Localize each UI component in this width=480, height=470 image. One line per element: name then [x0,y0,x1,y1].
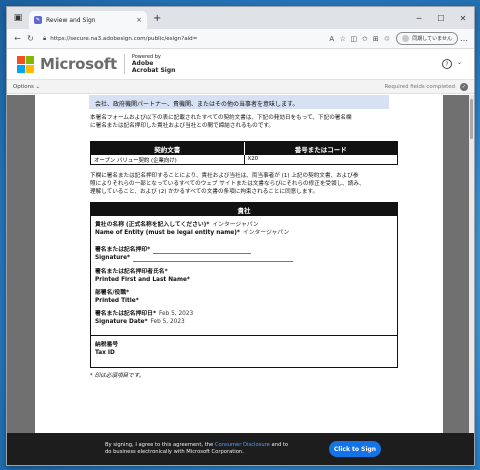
required-footnote: * 印は必須項目です。 [90,373,145,379]
consumer-disclosure-link[interactable]: Consumer Disclosure [215,442,270,448]
logo-square-red [17,55,25,64]
tax-id-divider [91,335,397,336]
collections-icon[interactable]: ⊞ [370,35,381,43]
sync-status-label: 同期していません [412,36,452,42]
new-tab-icon[interactable]: + [153,13,161,24]
help-icon[interactable]: ? [442,59,452,69]
printed-title-field: 部署名/役職* Printed Title* [95,289,139,305]
consent-bar: By signing, I agree to this agreement, t… [7,433,474,465]
signature-input[interactable] [133,261,294,262]
required-fields-status: Required fields completed [384,83,455,90]
adobe-label: Adobe [131,60,154,67]
extensions-icon[interactable]: ♲ [381,35,392,43]
more-menu-icon[interactable]: … [458,34,470,43]
printed-name-label-ja: 署名または記名押印者氏名* [95,269,168,275]
workspaces-icon[interactable]: ▣ [7,7,29,29]
agreement-line-1: 下欄に署名または記名押印することにより、貴社および当社は、両当事者が (1) 上… [90,173,359,179]
brand-name: Microsoft [40,55,117,73]
document-viewer[interactable]: 会社、政府機関パートナー、貴機関、またはその他の当事者を意味します。 本署名フォ… [7,95,474,465]
close-tab-icon[interactable]: × [136,16,142,24]
maximize-icon[interactable]: ☐ [430,7,452,29]
lock-icon[interactable]: 🔒︎ [43,35,46,43]
acrobat-sign-label: Acrobat Sign [131,67,176,74]
logo-square-blue [17,64,25,73]
adobe-sign-favicon-icon: ✎ [34,16,42,24]
refresh-icon[interactable]: ↻ [24,34,37,43]
intro-line-1: 本署名フォームおよび以下の表に記載されたすべての契約文書は、下記の発効日をもって… [90,115,352,121]
microsoft-logo-icon [17,55,34,73]
title-label-ja: 部署名/役職* [95,290,130,296]
toolbar-icons: A ☆ ◫ ✩ ⊞ ♲ [326,35,392,43]
signature-date-field: 署名または記名押印日* Feb 5, 2023 Signature Date* Fe… [95,310,193,326]
company-section-title: 貴社 [91,203,397,216]
avatar [402,35,410,42]
options-menu[interactable]: Options ⌄ [13,84,385,90]
profile-sync-button[interactable]: 同期していません [396,32,458,45]
date-value-ja: Feb 5, 2023 [159,311,194,317]
agreement-line-3: 理解していること、および (2) かかるすべての文書の条項に拘束されることに同意… [90,189,319,195]
window-controls: ─ ☐ ✕ [408,7,474,29]
entity-value-en[interactable]: インタージャパン [243,230,289,236]
entity-name-field: 貴社の名称 (正式名称を記入してください)* インタージャパン Name of E… [95,221,289,237]
header-divider [123,54,125,74]
address-bar-row: ← ↻ 🔒︎ https://secure.na3.adobesign.com/… [7,29,474,49]
cell-code: X20 [247,156,259,162]
logo-square-green [26,55,34,64]
cell-document: オープン バリュー契約 (企業向け) [91,155,245,164]
back-icon[interactable]: ← [11,34,24,43]
printed-name-label-en: Printed First and Last Name* [95,277,190,283]
tab-bar: ▣ ✎ Review and Sign × + ─ ☐ ✕ [7,7,474,29]
minimize-icon[interactable]: ─ [408,7,430,29]
title-label-en: Printed Title* [95,298,139,304]
intro-line-2: に署名または記名押印した貴社および当社との間で締結されるものです。 [90,123,274,129]
tax-id-label-en: Tax ID [95,350,115,356]
sign-header: Microsoft Powered by Adobe Acrobat Sign … [7,49,474,80]
date-label-en: Signature Date* [95,319,148,325]
tab-title: Review and Sign [46,16,96,24]
consent-text: By signing, I agree to this agreement, t… [105,442,295,456]
printed-name-field: 署名または記名押印者氏名* Printed First and Last Nam… [95,268,190,284]
tax-id-field: 納税番号 Tax ID [95,341,118,357]
check-circle-icon: ✓ [460,82,468,91]
options-bar: Options ⌄ Required fields completed ✓ [7,80,474,94]
column-header-document: 契約文書 [91,142,245,155]
chevron-down-icon[interactable]: ⌄ [457,59,462,66]
entity-label-en: Name of Entity (must be legal entity nam… [95,230,240,236]
browser-window: ▣ ✎ Review and Sign × + ─ ☐ ✕ ← ↻ 🔒︎ htt… [6,6,475,466]
tab-review-and-sign[interactable]: ✎ Review and Sign × [29,11,147,29]
agreement-line-2: 照によりそれらの一部となっているすべてのウェブ サイトまたは文書ならびにそれらの… [90,181,365,187]
signature-label-en: Signature* [95,255,131,261]
signature-field: 署名または記名押印* Signature* [95,246,294,262]
contract-table: 契約文書 番号またはコード オープン バリュー契約 (企業向け) X20 [90,141,398,165]
table-row: オープン バリュー契約 (企業向け) X20 [91,155,397,164]
column-header-code: 番号またはコード [294,145,347,154]
scrollbar-thumb[interactable] [470,99,473,139]
split-screen-icon[interactable]: ◫ [348,35,359,43]
close-window-icon[interactable]: ✕ [452,7,474,29]
document-page: 会社、政府機関パートナー、貴機関、またはその他の当事者を意味します。 本署名フォ… [35,95,443,438]
signature-label-ja: 署名または記名押印* [95,247,151,253]
favorite-star-icon[interactable]: ☆ [337,35,348,43]
favorites-icon[interactable]: ✩ [359,35,370,43]
date-value-en: Feb 5, 2023 [150,319,185,325]
contract-table-header: 契約文書 番号またはコード [91,142,397,155]
url-text: https://secure.na3.adobesign.com/public/… [50,35,198,42]
entity-label-ja: 貴社の名称 (正式名称を記入してください)* [95,222,210,228]
tax-id-label-ja: 納税番号 [95,342,119,348]
intro-paragraph: 本署名フォームおよび以下の表に記載されたすべての契約文書は、下記の発効日をもって… [90,114,352,130]
company-signature-block: 貴社 貴社の名称 (正式名称を記入してください)* インタージャパン Name o… [90,202,398,368]
address-bar[interactable]: 🔒︎ https://secure.na3.adobesign.com/publ… [43,32,326,46]
logo-square-yellow [26,64,34,73]
click-to-sign-button[interactable]: Click to Sign [329,441,381,457]
date-label-ja: 署名または記名押印日* [95,311,157,317]
read-aloud-icon[interactable]: A [326,35,337,43]
entity-value-ja[interactable]: インタージャパン [212,222,258,228]
scrollbar[interactable] [469,95,474,465]
consent-text-before: By signing, I agree to this agreement, t… [105,442,214,448]
agreement-paragraph: 下欄に署名または記名押印することにより、貴社および当社は、両当事者が (1) 上… [90,172,365,196]
definition-notice: 会社、政府機関パートナー、貴機関、またはその他の当事者を意味します。 [89,95,389,109]
powered-by-block: Powered by Adobe Acrobat Sign [132,54,176,74]
